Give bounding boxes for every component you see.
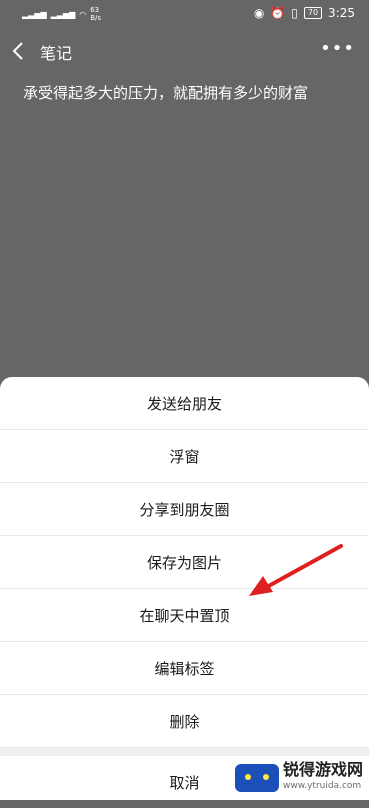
net-speed: 63 B/s xyxy=(90,6,102,22)
watermark-text: 锐得游戏网 www.ytruida.com xyxy=(282,760,363,792)
signal-icon: ▂▃▅▆ xyxy=(22,9,47,19)
float-window-item[interactable]: 浮窗 xyxy=(0,430,369,483)
vibrate-icon: ▯ xyxy=(291,6,298,20)
share-moments-item[interactable]: 分享到朋友圈 xyxy=(0,483,369,536)
edit-tags-item[interactable]: 编辑标签 xyxy=(0,642,369,695)
clock: 3:25 xyxy=(328,6,355,20)
sheet-separator xyxy=(0,748,369,756)
wifi-icon: ◠ xyxy=(79,9,87,19)
send-to-friend-item[interactable]: 发送给朋友 xyxy=(0,377,369,430)
eye-icon: ◉ xyxy=(253,6,265,20)
nav-bar: 笔记 ••• xyxy=(0,34,369,68)
alarm-icon: ⏰ xyxy=(270,6,286,20)
back-icon[interactable] xyxy=(10,40,28,62)
watermark: 锐得游戏网 www.ytruida.com xyxy=(234,760,363,794)
status-right: ◉ ⏰ ▯ 70 3:25 xyxy=(254,6,355,20)
status-bar: ▂▃▅▆ ▂▃▅▆ ◠ 63 B/s ◉ ⏰ ▯ 70 3:25 xyxy=(0,0,369,30)
signal-icon-2: ▂▃▅▆ xyxy=(50,9,76,19)
annotation-arrow-icon xyxy=(249,544,343,596)
more-options-icon[interactable]: ••• xyxy=(320,38,355,59)
page-title: 笔记 xyxy=(40,44,73,63)
note-content: 承受得起多大的压力，就配拥有多少的财富 xyxy=(23,84,309,102)
battery-indicator: 70 xyxy=(303,7,323,19)
delete-item[interactable]: 删除 xyxy=(0,695,369,748)
status-left: ▂▃▅▆ ▂▃▅▆ ◠ 63 B/s xyxy=(22,6,101,22)
watermark-logo xyxy=(234,764,279,792)
